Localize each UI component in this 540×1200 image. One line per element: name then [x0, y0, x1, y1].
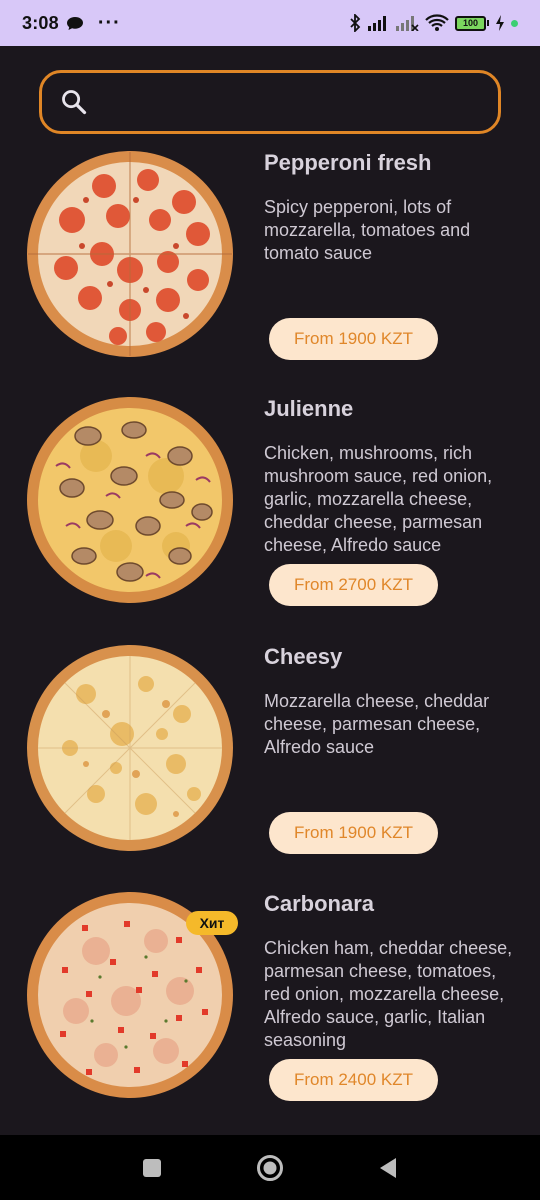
cheese-pizza-image — [27, 645, 233, 851]
charging-icon — [496, 15, 504, 31]
menu-item-julienne[interactable]: Julienne Chicken, mushrooms, rich mushro… — [0, 396, 540, 636]
hit-badge: Хит — [186, 911, 238, 935]
more-notifications-icon: ··· — [97, 12, 121, 34]
item-description: Mozzarella cheese, cheddar cheese, parme… — [264, 691, 490, 757]
bluetooth-icon — [350, 14, 361, 32]
item-description: Chicken, mushrooms, rich mushroom sauce,… — [264, 443, 493, 555]
battery-icon: 100 — [455, 15, 489, 31]
recents-icon — [143, 1159, 161, 1177]
status-bar: 3:08 ··· 100 — [0, 0, 540, 46]
wifi-icon — [425, 14, 449, 31]
pepperoni-pizza-image — [27, 151, 233, 357]
recents-button[interactable] — [137, 1153, 167, 1183]
menu-item-carbonara[interactable]: Хит Carbonara Chicken ham, cheddar chees… — [0, 891, 540, 1131]
menu-screen: Pepperoni fresh Spicy pepperoni, lots of… — [0, 46, 540, 1135]
system-navigation-bar — [0, 1135, 540, 1200]
back-icon — [380, 1158, 396, 1178]
price-button[interactable]: From 2700 KZT — [269, 564, 438, 606]
item-description: Chicken ham, cheddar cheese, parmesan ch… — [264, 938, 513, 1050]
search-icon — [62, 90, 87, 115]
item-title: Julienne — [264, 396, 354, 421]
item-description: Spicy pepperoni, lots of mozzarella, tom… — [264, 197, 471, 263]
menu-item-cheesy[interactable]: Cheesy Mozzarella cheese, cheddar cheese… — [0, 644, 540, 884]
signal-off-icon — [396, 16, 419, 31]
message-icon — [66, 16, 83, 30]
status-time: 3:08 — [22, 12, 59, 33]
home-button[interactable] — [255, 1153, 285, 1183]
search-bar[interactable] — [39, 70, 501, 134]
home-icon — [257, 1155, 283, 1181]
item-title: Carbonara — [264, 891, 375, 916]
signal-icon — [368, 16, 386, 31]
back-button[interactable] — [373, 1153, 403, 1183]
item-title: Pepperoni fresh — [264, 150, 432, 175]
julienne-pizza-image — [27, 397, 233, 603]
search-input[interactable] — [102, 91, 498, 113]
price-button[interactable]: From 2400 KZT — [269, 1059, 438, 1101]
price-button[interactable]: From 1900 KZT — [269, 812, 438, 854]
menu-item-pepperoni[interactable]: Pepperoni fresh Spicy pepperoni, lots of… — [0, 150, 540, 390]
privacy-indicator-icon — [511, 19, 518, 27]
item-title: Cheesy — [264, 644, 343, 669]
price-button[interactable]: From 1900 KZT — [269, 318, 438, 360]
